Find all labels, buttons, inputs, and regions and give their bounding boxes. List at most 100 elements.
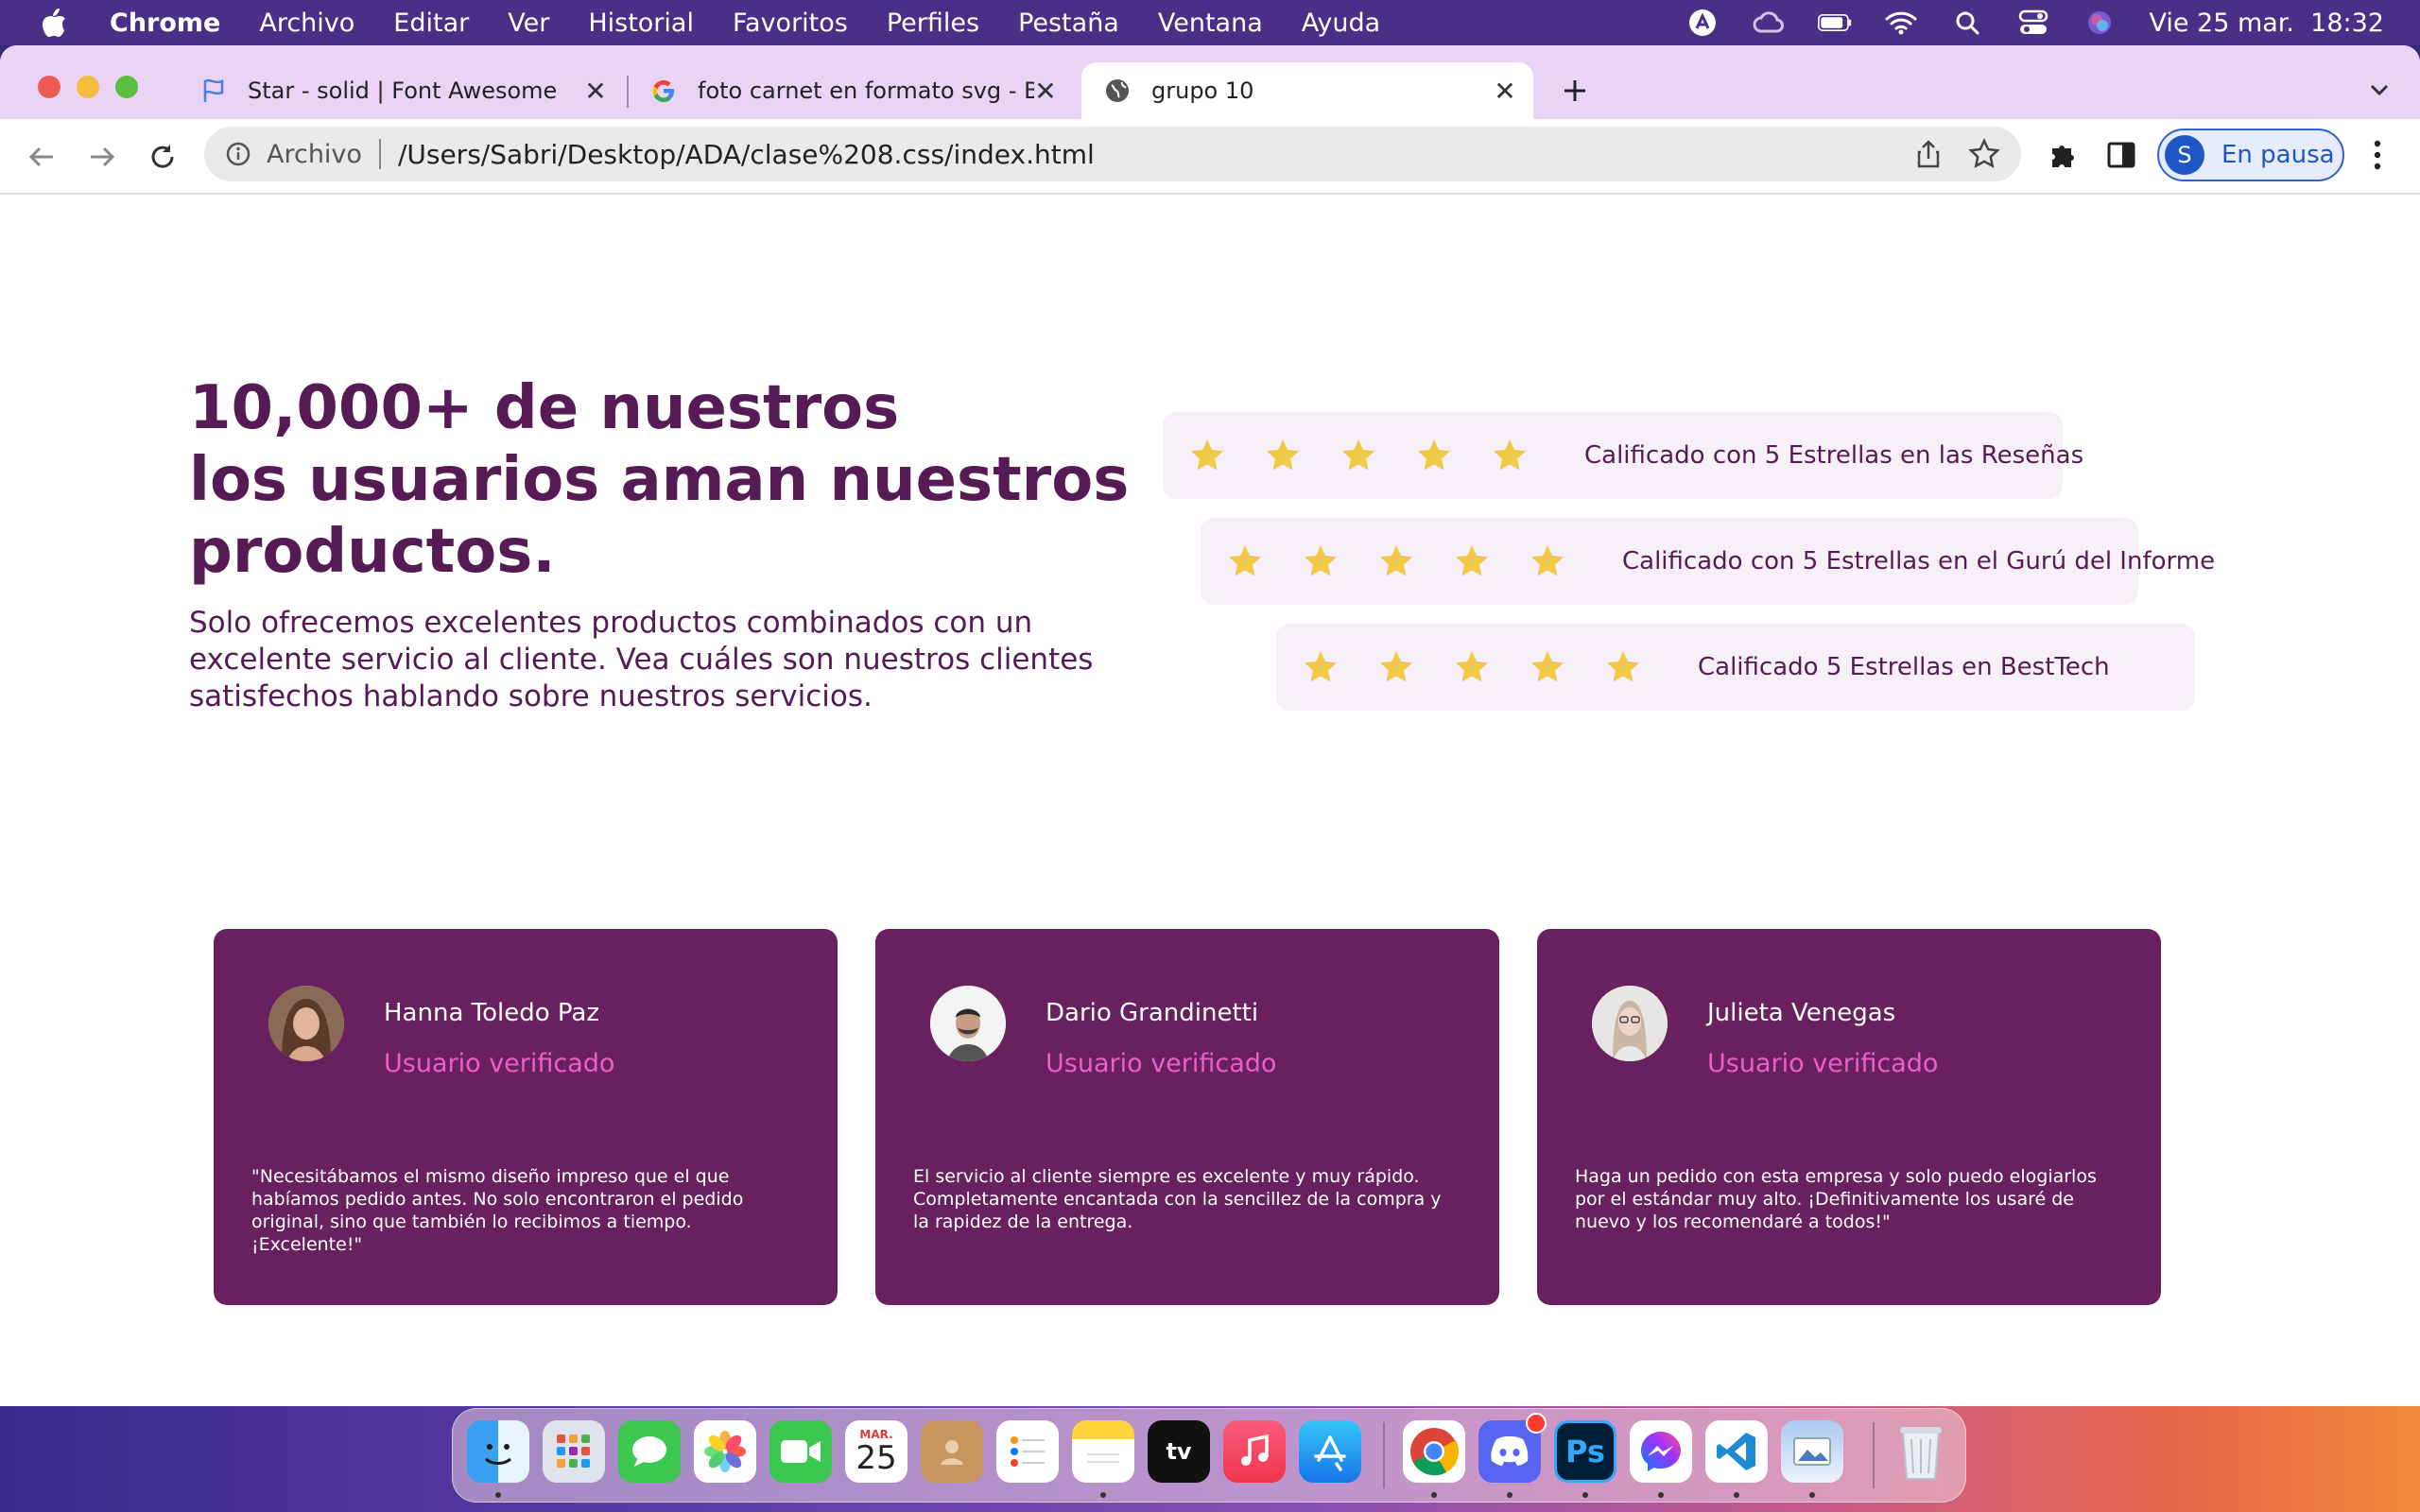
address-bar[interactable]: Archivo /Users/Sabri/Desktop/ADA/clase%2… <box>204 127 2021 181</box>
star-icon <box>1267 439 1299 471</box>
menu-perfiles[interactable]: Perfiles <box>887 9 979 38</box>
menu-archivo[interactable]: Archivo <box>259 9 354 38</box>
tab-title: foto carnet en formato svg - Búsqueda <box>698 77 1034 104</box>
menu-app-name[interactable]: Chrome <box>110 9 220 38</box>
address-url[interactable]: /Users/Sabri/Desktop/ADA/clase%208.css/i… <box>398 139 1095 170</box>
messages-icon[interactable] <box>618 1420 681 1483</box>
profile-button[interactable]: S En pausa <box>2157 129 2344 181</box>
star-rating <box>1189 438 1528 473</box>
profile-status-label: En pausa <box>2221 141 2335 169</box>
calendar-icon[interactable]: MAR. 25 <box>845 1420 908 1483</box>
photoshop-label: Ps <box>1565 1434 1605 1469</box>
reminders-icon[interactable] <box>996 1420 1059 1483</box>
forward-arrow-icon[interactable] <box>83 138 121 176</box>
battery-icon[interactable] <box>1818 9 1852 37</box>
tab-search-chevron-down-icon[interactable] <box>2365 76 2394 104</box>
close-window-button[interactable] <box>38 76 60 98</box>
back-arrow-icon[interactable] <box>23 138 60 176</box>
close-tab-icon[interactable]: ✕ <box>1030 76 1061 107</box>
messenger-icon[interactable] <box>1630 1420 1692 1483</box>
tab-google-search[interactable]: foto carnet en formato svg - Búsqueda ✕ <box>635 62 1074 119</box>
app-store-icon[interactable] <box>1299 1420 1361 1483</box>
testimonial-name: Hanna Toledo Paz <box>384 999 599 1027</box>
zoom-window-button[interactable] <box>115 76 138 98</box>
running-indicator <box>1734 1492 1739 1498</box>
star-icon <box>1342 439 1374 471</box>
chrome-icon[interactable] <box>1403 1420 1465 1483</box>
star-icon <box>1305 651 1337 682</box>
verified-badge: Usuario verificado <box>384 1049 615 1078</box>
avatar <box>268 986 344 1061</box>
running-indicator <box>1431 1492 1437 1498</box>
bookmark-star-icon[interactable] <box>1968 138 2000 170</box>
testimonial-card: Julieta Venegas Usuario verificado Haga … <box>1537 929 2161 1305</box>
star-icon <box>1380 545 1412 576</box>
photos-icon[interactable] <box>694 1420 756 1483</box>
side-panel-icon[interactable] <box>2104 138 2138 172</box>
preview-icon[interactable] <box>1781 1420 1843 1483</box>
photoshop-icon[interactable]: Ps <box>1554 1420 1616 1483</box>
running-indicator <box>1809 1492 1815 1498</box>
facetime-icon[interactable] <box>769 1420 832 1483</box>
running-indicator <box>1582 1492 1588 1498</box>
trash-icon[interactable] <box>1890 1420 1952 1483</box>
dock-separator <box>1873 1422 1875 1488</box>
address-scheme-label: Archivo <box>267 139 362 169</box>
finder-icon[interactable] <box>467 1420 529 1483</box>
reload-icon[interactable] <box>144 138 182 176</box>
star-icon <box>1191 439 1223 471</box>
tab-strip: Star - solid | Font Awesome ✕ foto carne… <box>0 45 2420 119</box>
wifi-icon[interactable] <box>1884 9 1918 37</box>
close-tab-icon[interactable]: ✕ <box>580 76 611 107</box>
apple-logo-icon[interactable] <box>38 7 70 39</box>
spotlight-search-icon[interactable] <box>1950 9 1984 37</box>
menu-editar[interactable]: Editar <box>393 9 469 38</box>
verified-badge: Usuario verificado <box>1707 1049 1939 1078</box>
address-divider <box>378 139 381 169</box>
discord-icon[interactable] <box>1478 1413 1547 1483</box>
star-icon <box>1531 545 1564 576</box>
tab-font-awesome[interactable]: Star - solid | Font Awesome ✕ <box>185 62 624 119</box>
notes-icon[interactable] <box>1072 1420 1134 1483</box>
extensions-puzzle-icon[interactable] <box>2046 138 2080 172</box>
testimonial-quote: El servicio al cliente siempre es excele… <box>913 1166 1442 1232</box>
siri-icon[interactable] <box>2083 9 2117 37</box>
web-page: 10,000+ de nuestros los usuarios aman nu… <box>0 195 2420 1406</box>
new-tab-plus-icon[interactable] <box>1558 74 1592 108</box>
site-info-icon[interactable] <box>223 139 253 169</box>
share-icon[interactable] <box>1913 139 1944 169</box>
close-tab-icon[interactable]: ✕ <box>1490 76 1520 107</box>
running-indicator <box>1658 1492 1664 1498</box>
more-options-kebab-icon[interactable] <box>2363 136 2392 174</box>
dock: MAR. 25 tv Ps <box>452 1408 1966 1503</box>
tab-grupo-10[interactable]: grupo 10 ✕ <box>1081 62 1533 119</box>
contacts-icon[interactable] <box>921 1420 983 1483</box>
chrome-window: Star - solid | Font Awesome ✕ foto carne… <box>0 45 2420 1406</box>
tab-title: Star - solid | Font Awesome <box>248 77 558 104</box>
apple-tv-icon[interactable]: tv <box>1148 1420 1210 1483</box>
minimize-window-button[interactable] <box>77 76 99 98</box>
running-indicator <box>1100 1492 1106 1498</box>
tab-separator <box>627 76 629 108</box>
vscode-icon[interactable] <box>1705 1420 1768 1483</box>
menu-ventana[interactable]: Ventana <box>1158 9 1263 38</box>
testimonial-name: Julieta Venegas <box>1707 999 1896 1027</box>
testimonial-card: Hanna Toledo Paz Usuario verificado "Nec… <box>214 929 838 1305</box>
menubar-clock[interactable]: Vie 25 mar. 18:32 <box>2149 9 2384 38</box>
menu-favoritos[interactable]: Favoritos <box>733 9 848 38</box>
launchpad-icon[interactable] <box>543 1420 605 1483</box>
menu-ayuda[interactable]: Ayuda <box>1302 9 1380 38</box>
menu-historial[interactable]: Historial <box>588 9 694 38</box>
creative-cloud-icon[interactable] <box>1752 9 1786 37</box>
star-icon <box>1229 545 1261 576</box>
music-icon[interactable] <box>1223 1420 1286 1483</box>
running-indicator <box>495 1492 501 1498</box>
menu-pestana[interactable]: Pestaña <box>1018 9 1119 38</box>
verified-badge: Usuario verificado <box>1046 1049 1277 1078</box>
accessibility-icon[interactable] <box>1685 9 1720 37</box>
star-icon <box>1305 545 1337 576</box>
apple-tv-label: tv <box>1166 1438 1192 1465</box>
control-center-icon[interactable] <box>2016 9 2050 37</box>
menu-ver[interactable]: Ver <box>508 9 549 38</box>
calendar-day: 25 <box>856 1439 897 1477</box>
